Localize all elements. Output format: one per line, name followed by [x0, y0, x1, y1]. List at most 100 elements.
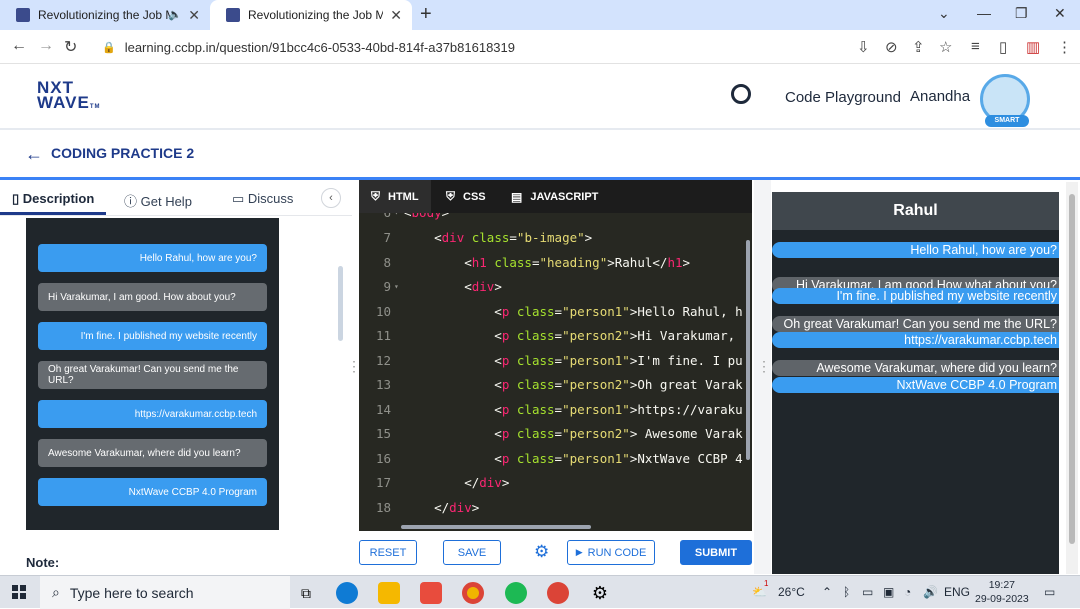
output-heading: Rahul	[772, 192, 1059, 230]
bluetooth-icon[interactable]: ᛒ	[843, 585, 850, 599]
windows-start-icon[interactable]	[12, 585, 26, 599]
close-tab-icon[interactable]: ✕	[390, 7, 402, 24]
install-icon[interactable]: ⇩	[857, 38, 870, 56]
tab-search-icon[interactable]: ⌄	[938, 5, 950, 22]
note-label: Note:	[26, 555, 60, 570]
code-line: 16 <p class="person1">NxtWave CCBP 4	[375, 451, 743, 466]
editor-tabs: ⛨ HTML ⛨ CSS ▤ JAVASCRIPT	[359, 180, 752, 213]
menu-icon[interactable]: ⋮	[1057, 38, 1072, 56]
code-line: 7 <div class="b-image">	[383, 230, 593, 245]
avatar[interactable]: SMART	[980, 74, 1030, 127]
minimize-button[interactable]: —	[977, 5, 991, 21]
code-editor[interactable]: ⛨HTML ⛨CSS ▤JAVASCRIPT 6▾<body> 7 <div c…	[359, 180, 752, 531]
tray-chevron-icon[interactable]: ⌃	[822, 585, 832, 599]
collapse-panel-button[interactable]: ‹	[321, 188, 341, 208]
tab-description[interactable]: ▯ Description	[12, 191, 94, 207]
browser-tab-2[interactable]: Revolutionizing the Job Market ✕	[210, 0, 412, 30]
output-message: https://varakumar.ccbp.tech	[772, 332, 1059, 348]
battery-icon[interactable]: ▭	[862, 585, 873, 599]
left-scrollbar[interactable]	[338, 266, 343, 341]
output-message: Hello Rahul, how are you?	[772, 242, 1059, 258]
output-message: Awesome Varakumar, where did you learn?	[772, 360, 1059, 376]
avatar-badge: SMART	[985, 115, 1029, 127]
extension-icon[interactable]: ▥	[1026, 38, 1040, 56]
clock[interactable]: 19:27 29-09-2023	[975, 578, 1029, 606]
nxtwave-logo[interactable]: NXT WAVETM	[37, 79, 101, 115]
code-line: 10 <p class="person1">Hello Rahul, h	[375, 304, 743, 319]
bookmark-star-icon[interactable]: ☆	[939, 38, 952, 56]
speaker-icon[interactable]: 🔈	[168, 8, 182, 21]
left-panel-tabs: ▯ Description ⓘ Get Help ▭ Discuss ‹	[0, 180, 352, 216]
code-line: 12 <p class="person1">I'm fine. I pu	[375, 353, 743, 368]
store-icon[interactable]	[420, 582, 442, 604]
chat-message: Oh great Varakumar! Can you send me the …	[38, 361, 267, 389]
code-area[interactable]: 6▾<body> 7 <div class="b-image"> 8 <h1 c…	[359, 213, 752, 523]
page-title: CODING PRACTICE 2	[51, 145, 195, 161]
save-button[interactable]: SAVE	[443, 540, 501, 565]
logo-tm: TM	[89, 104, 101, 110]
editor-horizontal-scrollbar[interactable]	[401, 525, 591, 529]
chat-message: Hello Rahul, how are you?	[38, 244, 267, 272]
settings-gear-icon[interactable]: ⚙	[589, 582, 611, 604]
gear-icon[interactable]: ⚙	[534, 542, 549, 562]
share-icon[interactable]: ⇪	[912, 38, 925, 56]
restore-button[interactable]: ❐	[1015, 5, 1028, 22]
username[interactable]: Anandha	[910, 88, 970, 105]
tab-title: Revolutionizing the Job Market	[248, 8, 383, 22]
network-icon[interactable]: ▣	[883, 585, 894, 599]
output-message: NxtWave CCBP 4.0 Program	[772, 377, 1059, 393]
chrome-active-icon[interactable]	[547, 582, 569, 604]
forward-icon[interactable]: →	[38, 37, 54, 55]
sidebar-icon[interactable]: ▯	[999, 38, 1007, 56]
description-panel: ▯ Description ⓘ Get Help ▭ Discuss ‹ Hel…	[0, 180, 352, 574]
new-tab-button[interactable]: +	[420, 3, 432, 26]
timer-icon[interactable]	[731, 84, 751, 104]
tab-discuss[interactable]: ▭ Discuss	[232, 191, 293, 207]
html5-icon: ⛨	[371, 189, 381, 203]
temperature[interactable]: 26°C	[778, 585, 805, 599]
chat-message: Awesome Varakumar, where did you learn?	[38, 439, 267, 467]
chat-message: Hi Varakumar, I am good. How about you?	[38, 283, 267, 311]
tab-html[interactable]: ⛨ HTML	[359, 180, 431, 213]
page-scrollbar-thumb[interactable]	[1069, 194, 1075, 544]
file-explorer-icon[interactable]	[378, 582, 400, 604]
spotify-icon[interactable]	[505, 582, 527, 604]
tab-get-help[interactable]: ⓘ Get Help	[124, 191, 192, 210]
notifications-icon[interactable]: ▭	[1044, 585, 1055, 599]
reset-button[interactable]: RESET	[359, 540, 417, 565]
taskbar-search[interactable]: ⌕ Type here to search	[40, 576, 290, 609]
code-playground-link[interactable]: Code Playground	[785, 89, 901, 106]
chat-message: NxtWave CCBP 4.0 Program	[38, 478, 267, 506]
wifi-icon[interactable]: ◔	[904, 585, 911, 599]
logo-line2: WAVE	[37, 93, 90, 112]
editor-vertical-scrollbar[interactable]	[746, 240, 750, 460]
submit-button[interactable]: SUBMIT	[680, 540, 752, 565]
chrome-icon[interactable]	[462, 582, 484, 604]
language-indicator[interactable]: ENG	[944, 585, 970, 599]
reading-list-icon[interactable]: ≡	[971, 38, 980, 55]
tab-javascript[interactable]: ▤ JAVASCRIPT	[511, 180, 598, 213]
back-icon[interactable]: ←	[11, 37, 27, 55]
code-line: 15 <p class="person2"> Awesome Varak	[375, 426, 743, 441]
clock-time: 19:27	[988, 579, 1015, 591]
close-tab-icon[interactable]: ✕	[188, 7, 200, 24]
code-line: 18 </div>	[375, 500, 480, 515]
page-scrollbar[interactable]	[1066, 182, 1078, 574]
edge-icon[interactable]	[336, 582, 358, 604]
eye-off-icon[interactable]: ⊘	[885, 38, 898, 56]
reload-icon[interactable]: ↻	[64, 37, 77, 57]
task-view-icon[interactable]: ⧉	[295, 582, 317, 604]
url-field[interactable]: 🔒 learning.ccbp.in/question/91bcc4c6-053…	[90, 33, 845, 61]
volume-icon[interactable]: 🔊	[923, 585, 938, 599]
close-window-button[interactable]: ✕	[1054, 5, 1066, 22]
back-arrow-icon[interactable]: ←	[25, 144, 43, 165]
code-line: 14 <p class="person1">https://varaku	[375, 402, 743, 417]
search-icon: ⌕	[52, 584, 60, 600]
windows-taskbar: ⌕ Type here to search ⧉ ⚙ ⛅ 1 26°C ⌃ ᛒ ▭…	[0, 575, 1080, 609]
page-title-bar: ← CODING PRACTICE 2	[0, 131, 1080, 177]
browser-tab-1[interactable]: Revolutionizing the Job Ma 🔈 ✕	[0, 0, 210, 30]
play-icon: ▶	[575, 547, 583, 557]
editor-resize-handle[interactable]: ⋮	[754, 180, 771, 574]
tab-css[interactable]: ⛨ CSS	[446, 180, 486, 213]
run-code-button[interactable]: ▶ RUN CODE	[567, 540, 655, 565]
